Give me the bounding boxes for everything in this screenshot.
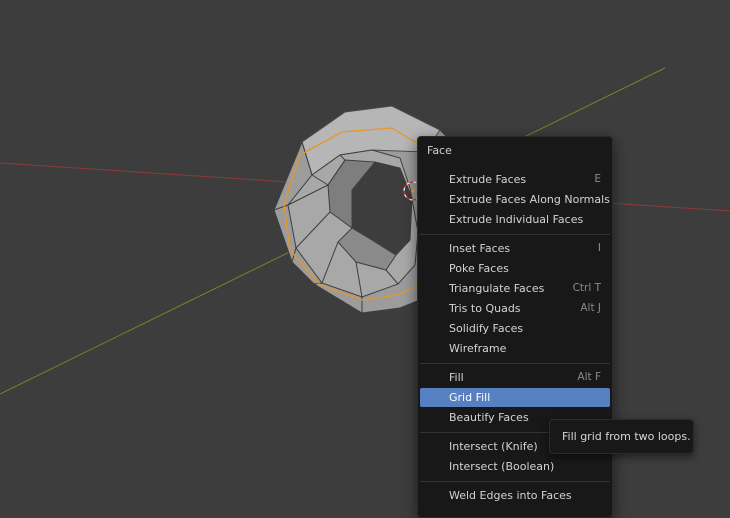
face-context-menu: Face Extrude Faces E Extrude Faces Along N…	[417, 136, 613, 518]
menu-separator	[420, 363, 610, 364]
menu-item-solidify-faces[interactable]: Solidify Faces	[420, 319, 610, 338]
menu-item-label: Weld Edges into Faces	[449, 489, 572, 502]
tooltip-text: Fill grid from two loops.	[562, 430, 691, 443]
menu-item-fill[interactable]: Fill Alt F	[420, 368, 610, 387]
menu-item-poke-faces[interactable]: Poke Faces	[420, 259, 610, 278]
menu-item-shortcut: Alt J	[580, 302, 601, 314]
menu-item-intersect-boolean[interactable]: Intersect (Boolean)	[420, 457, 610, 476]
menu-item-label: Intersect (Boolean)	[449, 460, 555, 473]
menu-item-grid-fill[interactable]: Grid Fill	[420, 388, 610, 407]
tooltip: Fill grid from two loops.	[549, 419, 694, 454]
menu-item-label: Solidify Faces	[449, 322, 524, 335]
menu-item-extrude-faces-along-normals[interactable]: Extrude Faces Along Normals	[420, 190, 610, 209]
menu-title: Face	[427, 144, 452, 157]
menu-item-label: Extrude Individual Faces	[449, 213, 584, 226]
menu-item-label: Triangulate Faces	[449, 282, 545, 295]
menu-separator	[420, 234, 610, 235]
menu-item-extrude-faces[interactable]: Extrude Faces E	[420, 170, 610, 189]
menu-item-inset-faces[interactable]: Inset Faces I	[420, 239, 610, 258]
menu-item-label: Fill	[449, 371, 464, 384]
menu-item-label: Inset Faces	[449, 242, 511, 255]
menu-separator	[420, 481, 610, 482]
menu-item-weld-edges-into-faces[interactable]: Weld Edges into Faces	[420, 486, 610, 505]
menu-item-tris-to-quads[interactable]: Tris to Quads Alt J	[420, 299, 610, 318]
menu-item-label: Beautify Faces	[449, 411, 529, 424]
menu-item-label: Intersect (Knife)	[449, 440, 538, 453]
menu-item-label: Poke Faces	[449, 262, 509, 275]
menu-item-label: Extrude Faces Along Normals	[449, 193, 610, 206]
menu-item-triangulate-faces[interactable]: Triangulate Faces Ctrl T	[420, 279, 610, 298]
menu-item-shortcut: I	[597, 242, 601, 254]
menu-item-extrude-individual-faces[interactable]: Extrude Individual Faces	[420, 210, 610, 229]
menu-item-label: Wireframe	[449, 342, 507, 355]
menu-item-label: Extrude Faces	[449, 173, 527, 186]
menu-item-shortcut: Alt F	[577, 371, 601, 383]
menu-item-shortcut: E	[594, 173, 601, 185]
menu-item-label: Tris to Quads	[449, 302, 521, 315]
menu-item-label: Grid Fill	[449, 391, 491, 404]
menu-item-shortcut: Ctrl T	[572, 282, 601, 294]
menu-item-wireframe[interactable]: Wireframe	[420, 339, 610, 358]
